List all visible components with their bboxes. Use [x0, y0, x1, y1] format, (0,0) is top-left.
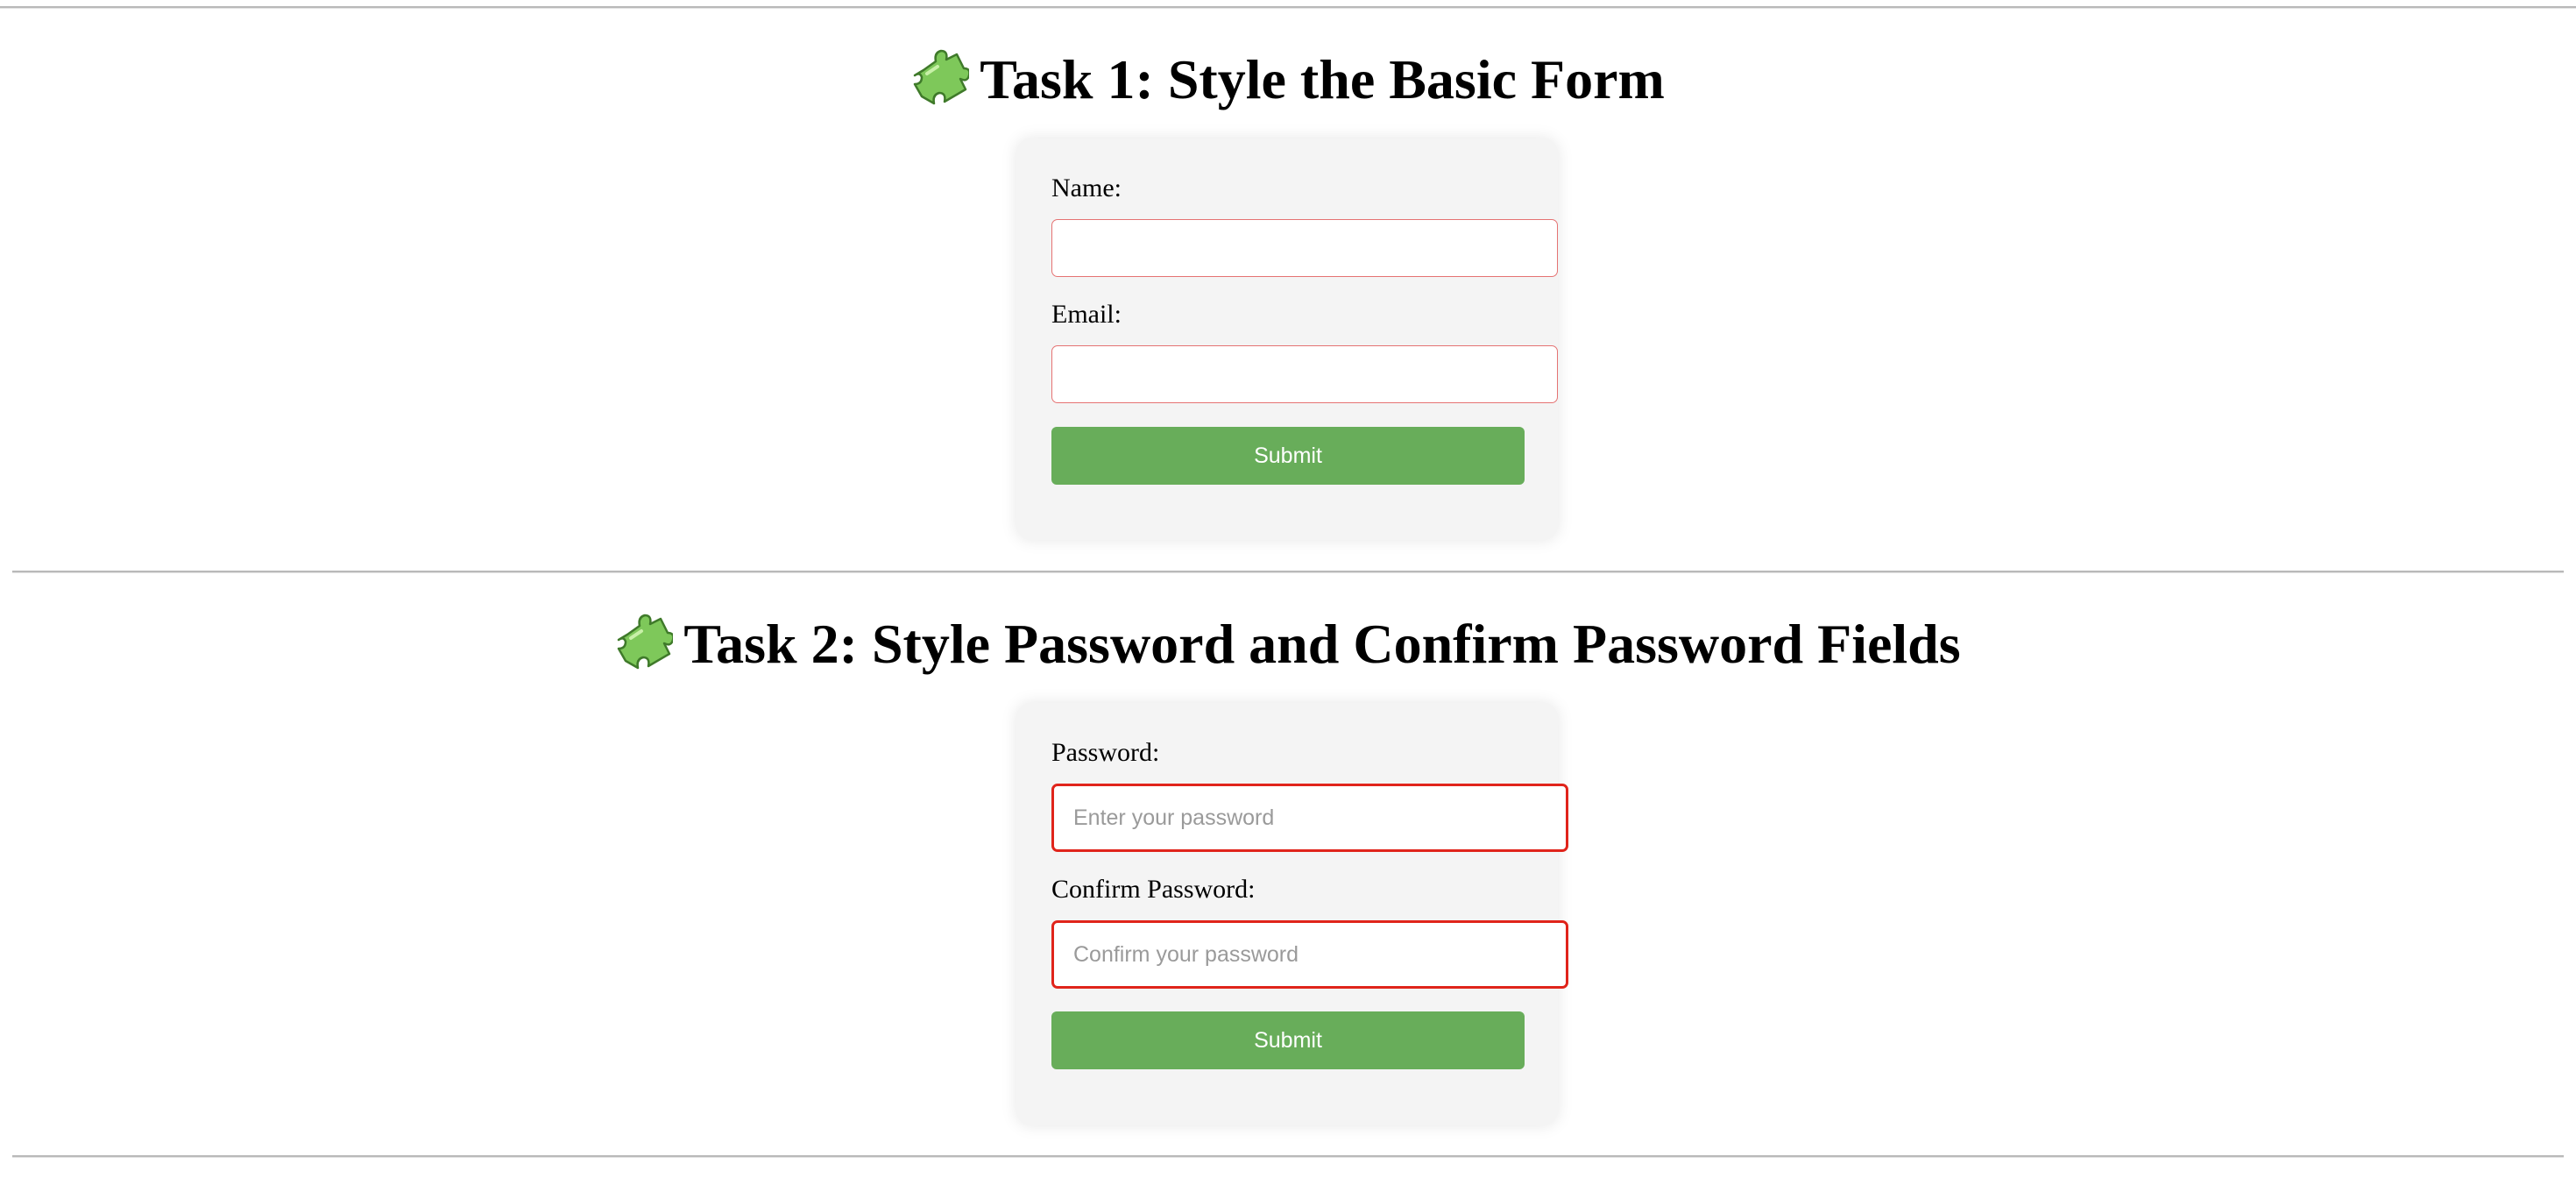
task1-heading-text: Task 1: Style the Basic Form [980, 48, 1665, 110]
task2-submit-button[interactable]: Submit [1051, 1011, 1525, 1069]
name-label: Name: [1051, 174, 1122, 202]
password-label: Password: [1051, 738, 1160, 767]
task1-heading: Task 1: Style the Basic Form [0, 49, 2576, 108]
top-divider [0, 6, 2576, 9]
name-input[interactable] [1051, 219, 1558, 277]
confirm-password-label: Confirm Password: [1051, 875, 1256, 904]
page: Task 1: Style the Basic Form Name: Email… [0, 0, 2576, 1185]
task1-submit-button[interactable]: Submit [1051, 427, 1525, 485]
confirm-password-input[interactable] [1051, 920, 1568, 989]
basic-form: Name: Email: Submit [1016, 138, 1558, 540]
password-input[interactable] [1051, 784, 1568, 852]
bottom-divider [12, 1155, 2564, 1158]
section-divider [12, 571, 2564, 573]
password-form: Password: Confirm Password: Submit [1016, 703, 1568, 1125]
puzzle-piece-icon [618, 614, 674, 670]
task2-heading-text: Task 2: Style Password and Confirm Passw… [683, 613, 1961, 675]
email-input[interactable] [1051, 345, 1558, 403]
task2-heading: Task 2: Style Password and Confirm Passw… [0, 614, 2576, 672]
puzzle-piece-icon [913, 49, 970, 105]
email-label: Email: [1051, 300, 1122, 329]
